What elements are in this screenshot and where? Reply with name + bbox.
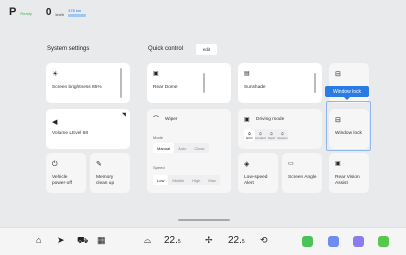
navigation-icon[interactable]: ➤: [57, 236, 65, 245]
settings-app-icon[interactable]: [378, 236, 389, 247]
status-bar: P Ready 0 km/h 376 km: [9, 6, 87, 18]
power-icon: ⏻: [52, 161, 58, 168]
driving-mode-title: Driving mode: [256, 117, 285, 122]
sunshade-slider-handle[interactable]: [314, 73, 316, 93]
volume-label: Volume LEvel 68: [52, 131, 88, 136]
memory-clean-up-card[interactable]: ✎ Memory clean up: [90, 153, 130, 193]
temp-left-value: 22.: [164, 235, 178, 246]
window-icon: ⊟: [335, 71, 341, 78]
rear-vision-assist-label: Rear Vision Assist: [335, 175, 360, 187]
wiper-icon: ⌒: [153, 117, 160, 123]
home-indicator[interactable]: [178, 219, 230, 221]
temp-left-decimal: 5: [177, 239, 181, 245]
battery-bar: [68, 14, 87, 17]
range-indicator: 376 km: [68, 8, 87, 17]
expand-corner-icon[interactable]: ◥: [122, 113, 126, 118]
broom-icon: ✎: [96, 161, 102, 168]
wiper-speed-low[interactable]: Low: [153, 175, 169, 185]
wiper-speed-high[interactable]: High: [188, 175, 204, 185]
wiper-mode-manual[interactable]: Manual: [153, 143, 175, 153]
wiper-speed-label: Speed: [153, 165, 165, 170]
selection-highlight: [326, 101, 371, 151]
air-recirculation-icon[interactable]: ⟲: [260, 236, 268, 245]
wiper-title: Wiper: [165, 117, 178, 122]
rear-vision-assist-card[interactable]: ▣ Rear Vision Assist: [329, 153, 369, 193]
alert-sound-icon: ◈: [244, 161, 250, 168]
low-speed-alert-label: Low-speed Alert: [244, 175, 268, 187]
quick-control-title: Quick control: [148, 46, 184, 52]
brightness-icon: ☀: [52, 71, 59, 78]
wiper-mode-selector: Manual Auto Close: [153, 143, 209, 153]
rear-dome-slider-handle[interactable]: [203, 73, 205, 93]
temp-right[interactable]: 22.5: [228, 235, 245, 246]
driving-mode-sport[interactable]: ⛭ Sport: [266, 129, 277, 141]
speed-value: 0: [45, 6, 52, 18]
screen-angle-label: Screen Angle: [288, 175, 317, 180]
wiper-speed-max[interactable]: Max: [204, 175, 220, 185]
window-lock-tooltip: Window lock: [325, 86, 369, 100]
camera-icon: ▣: [335, 161, 341, 167]
seat-icon[interactable]: ⌓: [144, 236, 151, 245]
media-app-icon[interactable]: [328, 236, 339, 247]
system-settings-title: System settings: [47, 46, 90, 52]
gear-ready-text: Ready: [20, 11, 32, 16]
screen-brightness-label: Screen brightness 85%: [52, 85, 102, 90]
screen-angle-card[interactable]: ▭ Screen Angle: [282, 153, 322, 193]
wiper-mode-auto[interactable]: Auto: [174, 143, 190, 153]
apps-grid-icon[interactable]: ▦: [97, 236, 106, 245]
volume-card[interactable]: ◀ Volume LEvel 68 ◥: [46, 109, 130, 149]
range-value: 376 km: [68, 8, 82, 13]
assistant-app-icon[interactable]: [353, 236, 364, 247]
edit-button[interactable]: edit: [196, 44, 217, 55]
driving-mode-eco[interactable]: ⛭ ECO: [244, 129, 255, 141]
speed-unit: km/h: [55, 11, 65, 17]
car-icon-dock[interactable]: ⛟: [77, 236, 88, 245]
home-icon[interactable]: ⌂: [36, 236, 41, 245]
gear-indicator: P: [9, 6, 17, 18]
screen-angle-icon: ▭: [288, 161, 294, 167]
bottom-dock: ⌂ ➤ ⛟ ▦ ⌓ 22.5 ✢ 22.5 ⟲: [0, 227, 406, 255]
vehicle-power-off-label: Vehicle power-off: [52, 175, 72, 187]
wiper-card[interactable]: ⌒ Wiper Mode Manual Auto Close Speed Low…: [147, 109, 231, 193]
brightness-slider-handle[interactable]: [120, 68, 122, 98]
memory-clean-up-label: Memory clean up: [96, 175, 115, 187]
dome-light-icon: ▣: [153, 71, 159, 77]
driving-mode-custom[interactable]: ⛭ Custom: [277, 129, 288, 141]
phone-app-icon[interactable]: [302, 236, 313, 247]
sunshade-icon: ▤: [244, 71, 250, 77]
rear-dome-label: Rear Dome: [153, 85, 178, 90]
temp-right-decimal: 5: [241, 239, 245, 245]
fan-icon[interactable]: ✢: [205, 236, 213, 245]
sunshade-label: Sunshade: [244, 85, 266, 90]
driving-mode-selector: ⛭ ECO ⛭ Comfort ⛭ Sport ⛭ Custom: [244, 129, 288, 141]
temp-right-value: 22.: [228, 235, 242, 246]
speaker-icon: ◀: [52, 119, 58, 126]
sunshade-card[interactable]: ▤ Sunshade: [238, 63, 322, 103]
driving-mode-comfort[interactable]: ⛭ Comfort: [255, 129, 266, 141]
wiper-speed-middle[interactable]: Middle: [168, 175, 188, 185]
rear-dome-card[interactable]: ▣ Rear Dome: [147, 63, 231, 103]
wiper-speed-selector: Low Middle High Max: [153, 175, 220, 185]
low-speed-alert-card[interactable]: ◈ Low-speed Alert: [238, 153, 278, 193]
screen-brightness-card[interactable]: ☀ Screen brightness 85%: [46, 63, 130, 103]
temp-left[interactable]: 22.5: [164, 235, 181, 246]
car-icon: ▣: [244, 117, 250, 123]
wiper-mode-label: Mode: [153, 135, 164, 140]
wiper-mode-close[interactable]: Close: [190, 143, 208, 153]
driving-mode-card[interactable]: ▣ Driving mode ⛭ ECO ⛭ Comfort ⛭ Sport ⛭ Cus…: [238, 109, 322, 149]
vehicle-power-off-card[interactable]: ⏻ Vehicle power-off: [46, 153, 86, 193]
